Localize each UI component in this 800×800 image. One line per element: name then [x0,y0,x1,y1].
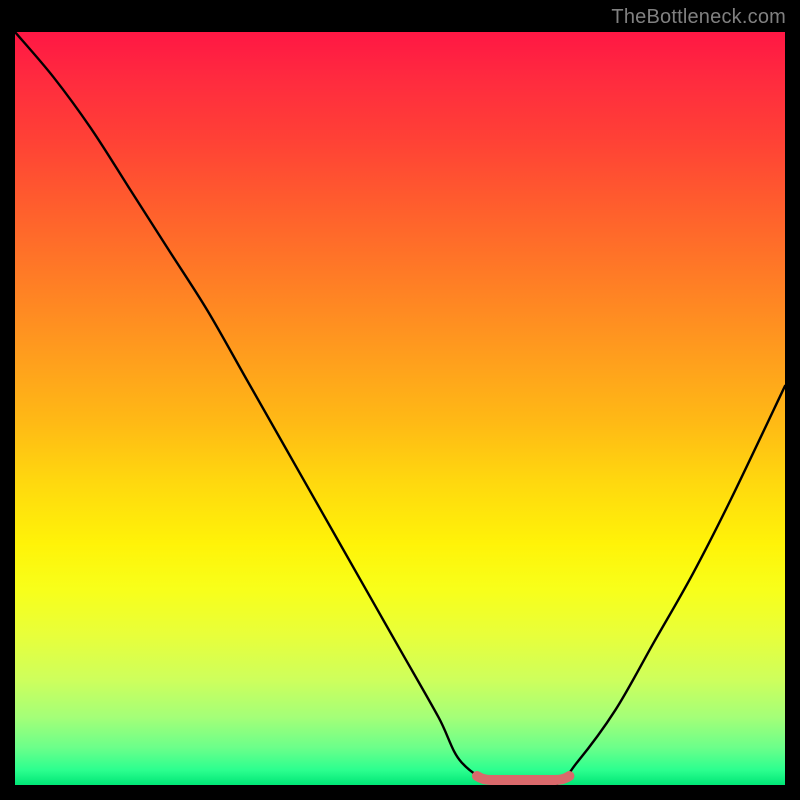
gradient-background [15,32,785,785]
watermark-label: TheBottleneck.com [611,6,786,29]
chart-frame [15,32,785,785]
chart-stage: TheBottleneck.com [0,0,800,800]
